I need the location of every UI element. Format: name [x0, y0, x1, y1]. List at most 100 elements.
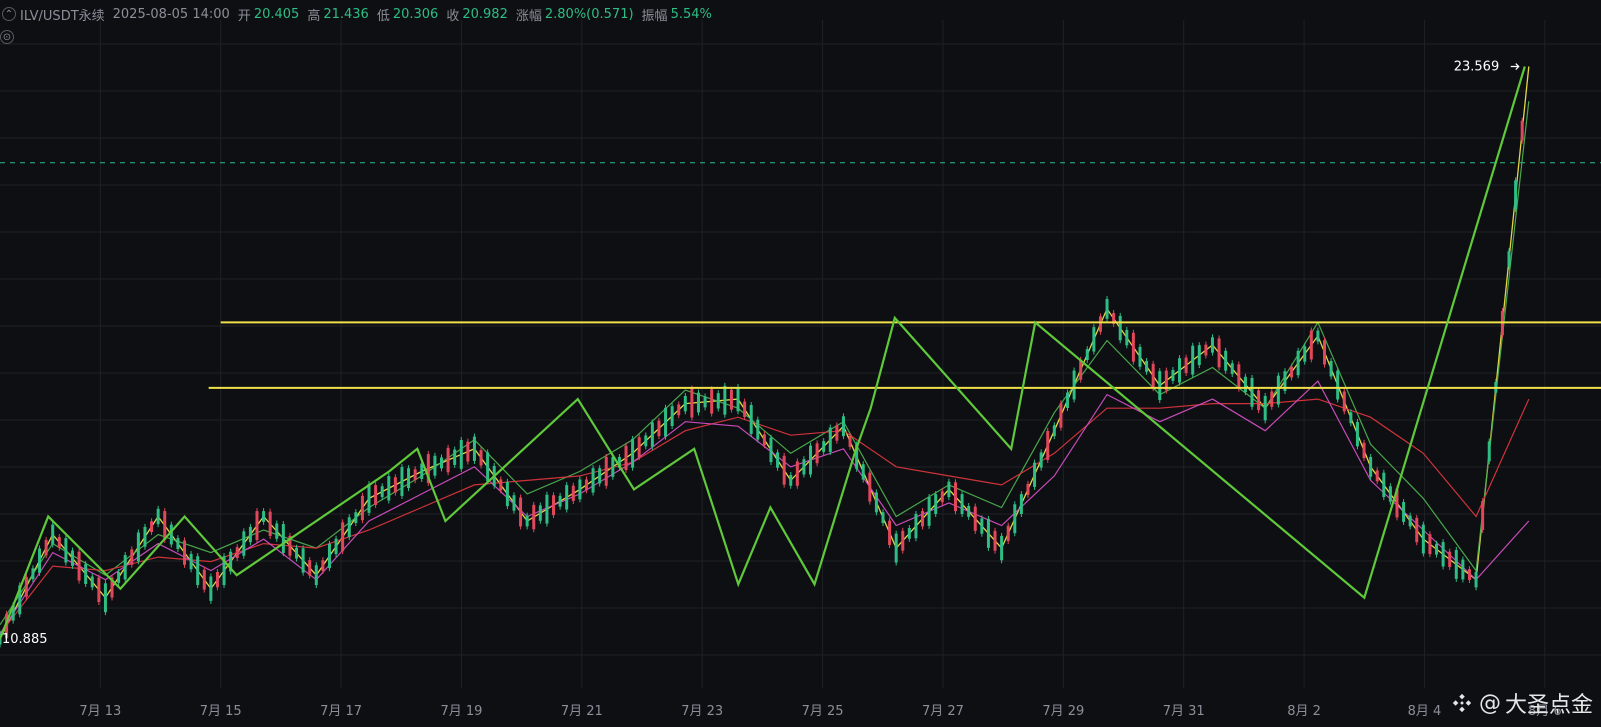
candle-body	[1474, 572, 1478, 588]
x-tick-label: 7月 19	[440, 704, 482, 719]
candle-body	[809, 445, 813, 475]
candle-body	[1118, 315, 1122, 341]
candle-body	[281, 524, 285, 553]
candle-body	[604, 456, 608, 486]
candle-body	[446, 447, 450, 473]
candle-body	[841, 416, 845, 437]
x-tick-label: 7月 13	[79, 704, 121, 719]
watermark-text: 大圣点金	[1504, 693, 1593, 718]
candle-body	[1184, 357, 1188, 373]
candle-body	[123, 555, 127, 580]
candle-body	[420, 463, 424, 480]
x-tick-label: 7月 21	[561, 704, 603, 719]
zigzag-line	[0, 66, 1526, 640]
candle-body	[1243, 376, 1247, 393]
candle-body	[598, 468, 602, 484]
candle-body	[802, 459, 806, 475]
candle-body	[393, 477, 397, 493]
candle-body	[743, 401, 747, 417]
candle-body	[947, 481, 951, 498]
candle-body	[387, 476, 391, 501]
candle-body	[1296, 350, 1300, 376]
watermark: @ 大圣点金	[1451, 687, 1593, 719]
candle-body	[1210, 337, 1214, 353]
settings-toggle-icon[interactable]: ⊙	[0, 30, 14, 44]
candle-body	[347, 517, 351, 538]
candle-body	[1369, 456, 1373, 477]
candle-body	[1316, 330, 1320, 342]
candle-body	[795, 461, 799, 486]
open-value: 20.405	[253, 6, 300, 22]
candle-body	[314, 565, 318, 586]
candle-body	[1421, 524, 1425, 554]
candle-body	[130, 549, 134, 565]
candle-body	[321, 560, 325, 571]
candle-body	[380, 486, 384, 498]
candle-body	[815, 443, 819, 464]
candle-body	[1066, 392, 1070, 408]
candle-body	[24, 576, 28, 597]
candle-body	[657, 420, 661, 437]
candle-body	[881, 512, 885, 524]
candle-body	[1039, 452, 1043, 468]
candle-body	[1230, 363, 1234, 375]
candle-body	[1441, 542, 1445, 567]
candle-body	[136, 532, 140, 562]
candle-body	[558, 495, 562, 507]
x-tick-label: 8月 2	[1287, 704, 1321, 719]
candle-body	[960, 494, 964, 515]
candle-body	[756, 419, 760, 440]
candle-body	[275, 523, 279, 539]
candle-body	[650, 422, 654, 447]
candle-body	[262, 511, 266, 522]
chart-root[interactable]: 23.569 10.885 7月 13 7月 15 7月 17 7月 19 7月 21 7月 …	[0, 0, 1601, 727]
ohlc-info-bar: ⌃ ILV/USDT永续 2025-08-05 14:00 开 20.405 高…	[2, 4, 720, 24]
candle-body	[176, 538, 180, 549]
candle-body	[868, 472, 872, 502]
candle-body	[683, 395, 687, 412]
candle-body	[565, 485, 569, 510]
candle-body	[439, 457, 443, 469]
candle-body	[196, 556, 200, 586]
candle-body	[1033, 462, 1037, 487]
candle-body	[1046, 430, 1050, 460]
candle-body	[341, 522, 345, 552]
candle-body	[70, 550, 74, 566]
candle-body	[1290, 366, 1294, 378]
candle-body	[1052, 425, 1056, 437]
candle-body	[591, 468, 595, 493]
candle-body	[1355, 421, 1359, 447]
candle-body	[703, 396, 707, 408]
candle-body	[736, 386, 740, 412]
candle-body	[235, 547, 239, 559]
candle-body	[525, 515, 529, 527]
ma-line-magenta	[0, 380, 1530, 635]
high-value: 21.436	[323, 6, 369, 22]
candle-body	[354, 512, 358, 524]
candle-body	[993, 530, 997, 551]
candle-body	[532, 504, 536, 530]
diamond-logo-icon	[1452, 693, 1472, 713]
candle-body	[1059, 403, 1063, 428]
candle-body	[1435, 543, 1439, 555]
candle-body	[782, 455, 786, 485]
candle-body	[1428, 534, 1432, 555]
candle-body	[453, 449, 457, 465]
candle-body	[1171, 370, 1175, 381]
collapse-toggle-icon[interactable]: ⌃	[2, 7, 16, 21]
candle-body	[894, 533, 898, 563]
candle-body	[670, 406, 674, 426]
candle-body	[1303, 346, 1307, 362]
price-chart[interactable]: 23.569 10.885 7月 13 7月 15 7月 17 7月 19 7月 21 7月 …	[0, 0, 1601, 727]
candle-body	[927, 496, 931, 526]
candle-body	[117, 572, 121, 583]
candle-body	[202, 569, 206, 590]
low-label: 低	[376, 8, 390, 24]
candle-body	[1217, 338, 1221, 368]
candle-body	[519, 497, 523, 527]
candle-body	[1237, 364, 1241, 389]
candle-body	[479, 450, 483, 466]
candle-body	[301, 548, 305, 573]
candle-body	[1072, 370, 1076, 400]
candle-body	[664, 407, 668, 437]
